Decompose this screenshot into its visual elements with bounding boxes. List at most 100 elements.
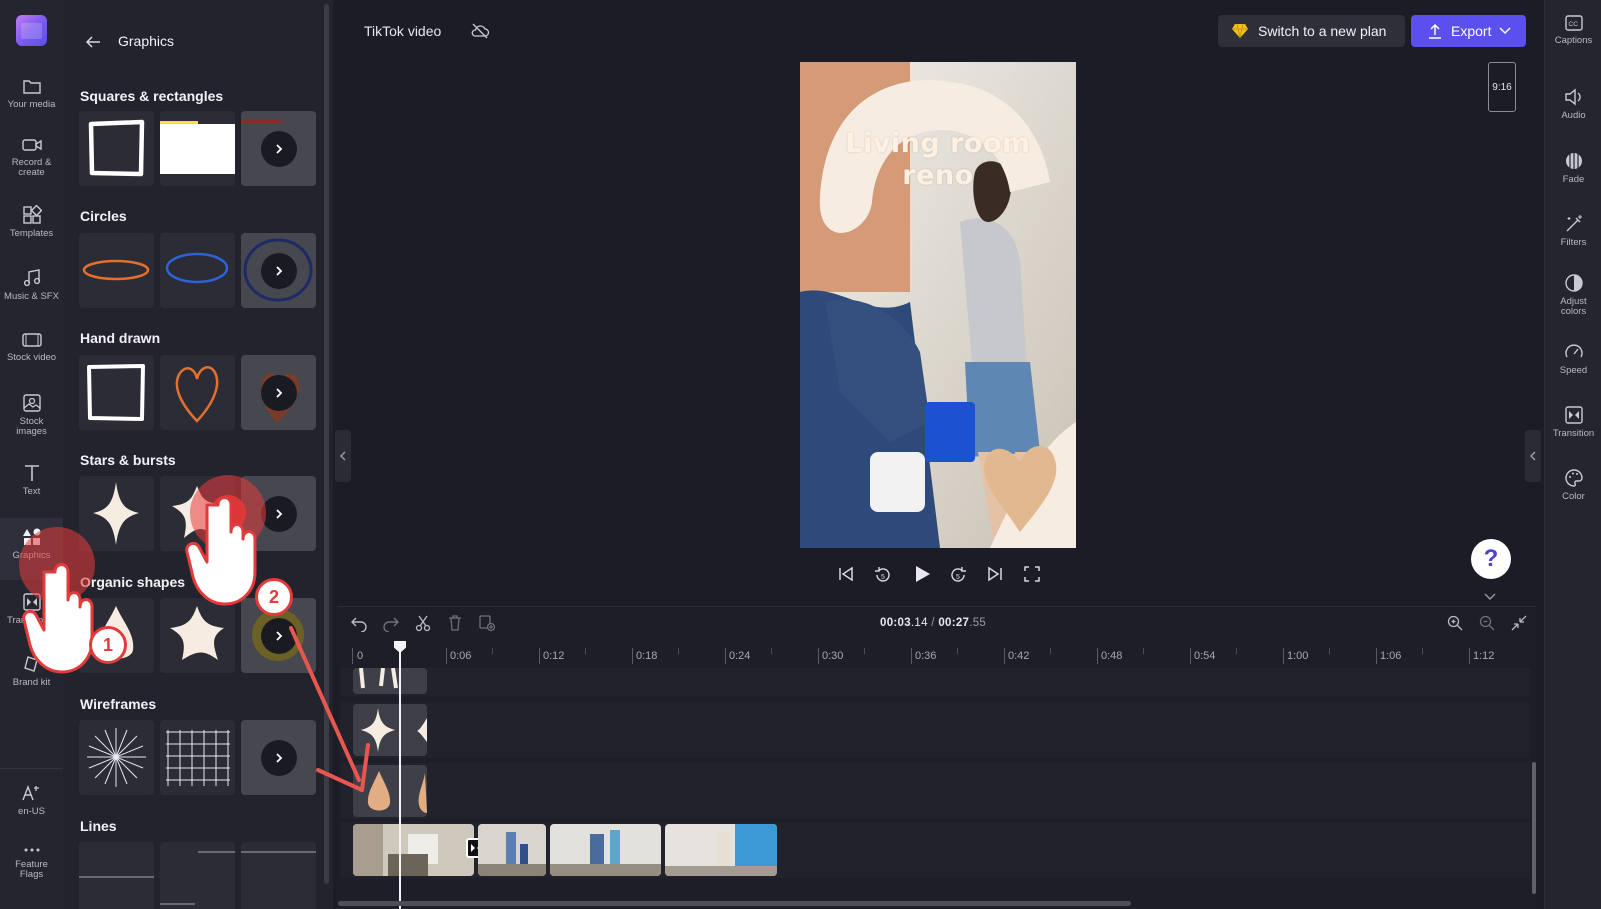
more-icon — [24, 848, 39, 852]
graphic-tile-hand-drawn-square[interactable] — [79, 355, 154, 430]
rail-item-audio[interactable]: Audio — [1545, 87, 1601, 121]
ruler-label: 0:06 — [450, 650, 472, 662]
back-arrow-icon[interactable] — [83, 32, 103, 52]
timeline-horizontal-scrollbar[interactable] — [338, 901, 1131, 906]
ruler-tick — [911, 648, 912, 664]
zoom-in-icon[interactable] — [1446, 614, 1464, 632]
graphic-tile-blue-ellipse[interactable] — [160, 233, 235, 308]
ruler-tick — [352, 648, 353, 664]
timeline-track — [340, 668, 1530, 696]
graphic-tile-more-wireframes[interactable] — [241, 720, 316, 795]
video-clip-3[interactable] — [550, 824, 661, 876]
rail-item-transition[interactable]: Transition — [1545, 405, 1601, 439]
redo-icon[interactable] — [382, 614, 400, 632]
cloud-off-icon[interactable] — [470, 22, 490, 40]
panel-scrollbar[interactable] — [324, 4, 329, 884]
rail-item-captions[interactable]: CC Captions — [1545, 14, 1601, 46]
video-clip-2[interactable] — [478, 824, 546, 876]
captions-icon: CC — [1564, 15, 1583, 31]
more-button[interactable] — [261, 618, 297, 654]
video-clip-4[interactable] — [665, 824, 777, 876]
delete-icon[interactable] — [446, 614, 464, 632]
ruler-label: 1:06 — [1380, 650, 1402, 662]
fullscreen-icon[interactable] — [1023, 565, 1041, 583]
video-clip-1[interactable] — [353, 824, 474, 876]
more-button[interactable] — [261, 253, 297, 289]
clip-hand-drawn-graphic[interactable] — [353, 668, 427, 694]
scissors-icon[interactable] — [414, 614, 432, 632]
skip-forward-icon[interactable] — [986, 565, 1004, 583]
graphic-tile-line-1[interactable] — [79, 842, 154, 909]
more-button[interactable] — [261, 740, 297, 776]
graphic-tile-line-2[interactable] — [160, 842, 235, 909]
help-button[interactable]: ? — [1471, 539, 1511, 579]
ruler-minor-tick — [492, 648, 493, 654]
rail-item-adjust-colors[interactable]: Adjust colors — [1545, 273, 1601, 317]
film-icon — [21, 333, 42, 347]
playhead[interactable] — [399, 648, 401, 909]
rail-item-templates[interactable]: Templates — [0, 205, 63, 239]
rail-item-fade[interactable]: Fade — [1545, 151, 1601, 185]
duplicate-icon[interactable] — [478, 614, 496, 632]
graphic-tile-sunburst-lines[interactable] — [79, 720, 154, 795]
speedometer-icon — [1564, 344, 1583, 358]
step-badge-2: 2 — [255, 578, 293, 616]
export-button[interactable]: Export — [1411, 15, 1526, 47]
right-properties-rail: CC Captions Audio Fade Filters Adjust co… — [1544, 0, 1601, 909]
graphic-tile-orange-ellipse[interactable] — [79, 233, 154, 308]
ruler-label: 0:12 — [543, 650, 565, 662]
rail-item-stock-video[interactable]: Stock video — [0, 331, 63, 363]
graphic-tile-square-outline[interactable] — [79, 111, 154, 186]
graphic-tile-more-hand-drawn[interactable] — [241, 355, 316, 430]
timeline-vertical-scrollbar[interactable] — [1532, 762, 1536, 894]
more-button[interactable] — [261, 375, 297, 411]
more-button[interactable] — [261, 131, 297, 167]
project-name[interactable]: TikTok video — [364, 23, 441, 39]
skip-back-icon[interactable] — [837, 565, 855, 583]
ruler-tick — [1097, 648, 1098, 664]
rail-item-stock-images[interactable]: Stock images — [0, 393, 63, 437]
app-logo[interactable] — [16, 15, 47, 46]
undo-icon[interactable] — [350, 614, 368, 632]
graphic-tile-line-3[interactable] — [241, 842, 316, 909]
graphic-tile-grid[interactable] — [160, 720, 235, 795]
aspect-ratio-button[interactable]: 9:16 — [1488, 62, 1516, 112]
graphic-tile-more-squares[interactable] — [241, 111, 316, 186]
chevron-right-icon — [276, 509, 283, 519]
graphic-tile-four-point-star[interactable] — [79, 476, 154, 551]
more-button[interactable] — [261, 496, 297, 532]
rail-item-language[interactable]: en-US — [0, 783, 63, 817]
rail-item-color[interactable]: Color — [1545, 468, 1601, 502]
graphic-tile-heart-outline[interactable] — [160, 355, 235, 430]
rail-item-brand-kit[interactable]: Brand kit — [0, 654, 63, 688]
forward-5-icon[interactable]: 5 — [948, 565, 968, 585]
rail-item-text[interactable]: Text — [0, 463, 63, 497]
collapse-right-panel-button[interactable] — [1525, 430, 1541, 482]
graphic-tile-more-circles[interactable] — [241, 233, 316, 308]
rail-item-feature-flags[interactable]: Feature Flags — [0, 844, 63, 880]
clip-organic-shape-graphic[interactable] — [353, 765, 427, 817]
ruler-label: 0:42 — [1008, 650, 1030, 662]
chevron-down-icon[interactable] — [1484, 593, 1496, 601]
contrast-icon — [1564, 274, 1583, 292]
rail-item-record-create[interactable]: Record & create — [0, 136, 63, 178]
switch-plan-button[interactable]: Switch to a new plan — [1218, 15, 1405, 47]
rail-item-your-media[interactable]: Your media — [0, 78, 63, 110]
ruler-tick — [539, 648, 540, 664]
zoom-out-icon[interactable] — [1478, 614, 1496, 632]
play-icon[interactable] — [911, 563, 933, 585]
collapse-timeline-icon[interactable] — [1510, 614, 1528, 632]
video-preview[interactable]: Living room reno — [800, 62, 1076, 548]
rail-item-filters[interactable]: Filters — [1545, 214, 1601, 248]
rail-item-speed[interactable]: Speed — [1545, 342, 1601, 376]
ruler-minor-tick — [678, 648, 679, 654]
brand-kit-icon — [23, 656, 38, 672]
clip-star-graphic[interactable] — [353, 704, 427, 756]
language-icon — [21, 785, 39, 801]
graphic-tile-white-rectangle[interactable] — [160, 111, 235, 186]
rewind-5-icon[interactable]: 5 — [873, 565, 893, 585]
graphic-tile-organic-star[interactable] — [160, 598, 235, 673]
rail-item-music-sfx[interactable]: Music & SFX — [0, 268, 63, 302]
collapse-left-panel-button[interactable] — [335, 430, 351, 482]
ruler-label: 0 — [357, 650, 364, 662]
